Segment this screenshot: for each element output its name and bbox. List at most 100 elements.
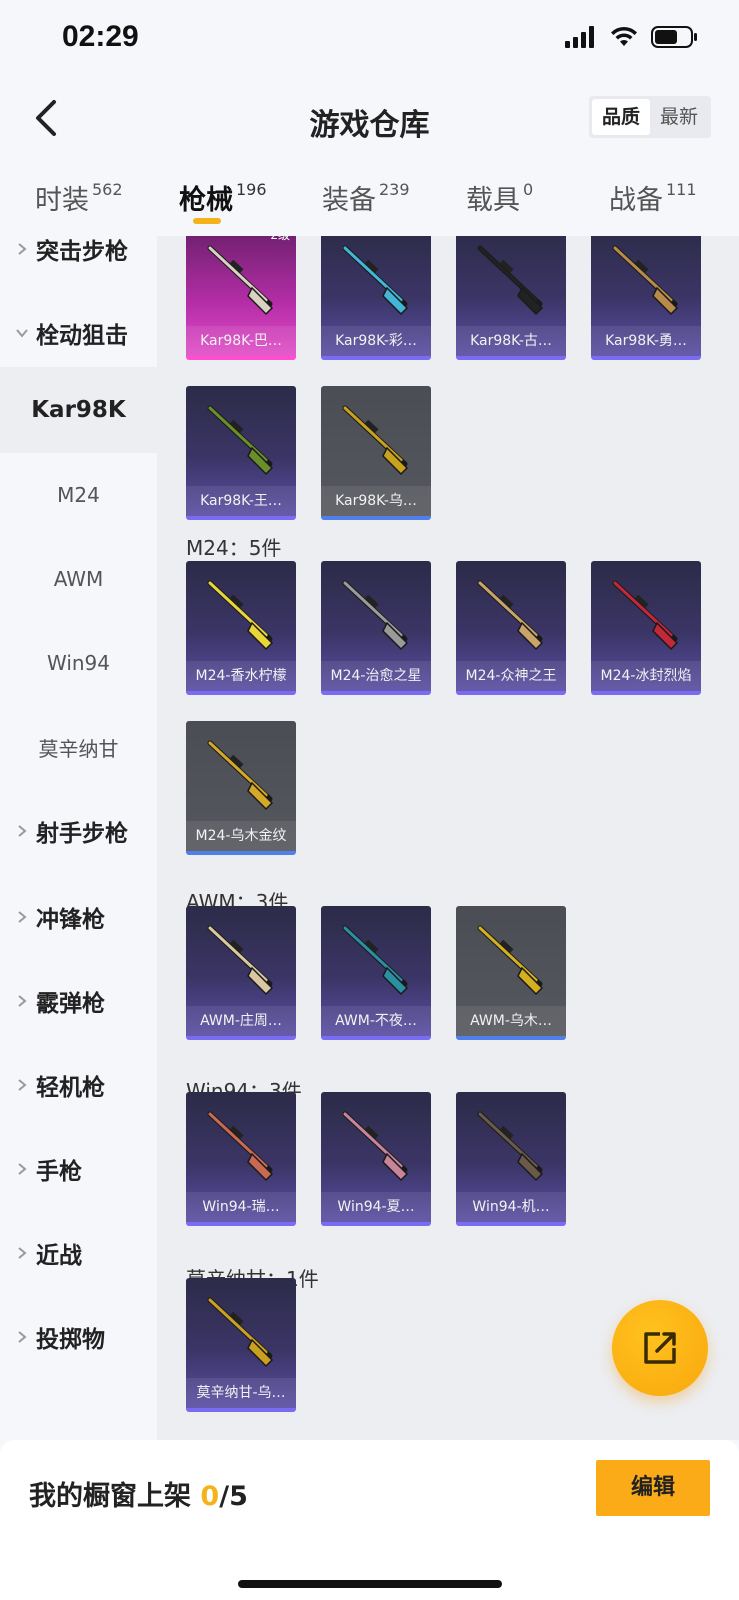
item-name: Kar98K-乌…: [321, 486, 431, 516]
item-name: Kar98K-古…: [456, 326, 566, 356]
sidebar-item-awm[interactable]: AWM: [0, 536, 157, 622]
item-card[interactable]: M24-乌木金纹: [186, 721, 296, 855]
item-name: M24-治愈之星: [321, 661, 431, 691]
tab-label: 装备: [322, 185, 376, 216]
tab-count: 111: [666, 180, 697, 199]
item-card[interactable]: Kar98K-王…: [186, 386, 296, 520]
rifle-icon: [207, 405, 274, 476]
item-name: Kar98K-王…: [186, 486, 296, 516]
category-tabs: 时装 562 枪械 196 装备 239 载具 0 战备 111: [0, 168, 739, 236]
chevron-right-icon: [18, 1247, 27, 1259]
item-card[interactable]: Win94-瑞…: [186, 1092, 296, 1226]
status-icons: [565, 26, 699, 48]
sort-by-newest[interactable]: 最新: [650, 99, 708, 135]
rifle-icon: [477, 925, 544, 996]
sort-toggle: 品质 最新: [589, 96, 711, 138]
tab-count: 239: [379, 180, 410, 199]
item-card[interactable]: Kar98K-彩…: [321, 236, 431, 360]
item-name: Win94-瑞…: [186, 1192, 296, 1222]
item-card[interactable]: Kar98K-勇…: [591, 236, 701, 360]
chevron-right-icon: [18, 243, 27, 255]
item-name: AWM-庄周…: [186, 1006, 296, 1036]
chevron-right-icon: [18, 995, 27, 1007]
chevron-right-icon: [18, 911, 27, 923]
shelf-current-count: 0: [200, 1481, 220, 1512]
battery-icon: [651, 26, 697, 48]
sidebar-item-shotgun[interactable]: 霰弹枪: [0, 958, 157, 1044]
item-card[interactable]: Win94-机…: [456, 1092, 566, 1226]
sidebar-item-assault-rifles[interactable]: 突击步枪: [0, 236, 157, 292]
sidebar-item-label: 栓动狙击: [36, 323, 128, 349]
tab-vehicles[interactable]: 载具 0: [466, 178, 533, 217]
tab-weapons[interactable]: 枪械 196: [179, 178, 267, 217]
sidebar-item-throwables[interactable]: 投掷物: [0, 1294, 157, 1380]
weapon-type-sidebar: 突击步枪 栓动狙击 Kar98K M24 AWM Win94 莫辛纳甘 射手步枪…: [0, 236, 157, 1440]
sidebar-item-label: 莫辛纳甘: [38, 736, 119, 761]
cellular-signal-icon: [565, 26, 594, 48]
item-card[interactable]: AWM-庄周…: [186, 906, 296, 1040]
item-card[interactable]: 2级 Kar98K-巴…: [186, 236, 296, 360]
item-card[interactable]: M24-香水柠檬: [186, 561, 296, 695]
rifle-icon: [207, 925, 274, 996]
item-card[interactable]: M24-众神之王: [456, 561, 566, 695]
tab-count: 0: [523, 180, 534, 199]
sidebar-item-dmr[interactable]: 射手步枪: [0, 788, 157, 874]
section-title-m24: M24：5件: [186, 536, 282, 560]
item-card[interactable]: AWM-乌木…: [456, 906, 566, 1040]
tab-equipment[interactable]: 装备 239: [322, 178, 410, 217]
chevron-right-icon: [18, 1331, 27, 1343]
sort-by-quality[interactable]: 品质: [592, 99, 650, 135]
sidebar-item-mosin[interactable]: 莫辛纳甘: [0, 704, 157, 790]
sidebar-item-kar98k[interactable]: Kar98K: [0, 367, 157, 453]
rifle-icon: [477, 1111, 544, 1182]
item-card[interactable]: Kar98K-乌…: [321, 386, 431, 520]
rifle-icon: [477, 580, 544, 651]
item-card[interactable]: M24-冰封烈焰: [591, 561, 701, 695]
sidebar-item-label: AWM: [53, 567, 104, 591]
tab-count: 562: [92, 180, 123, 199]
sidebar-item-win94[interactable]: Win94: [0, 620, 157, 706]
share-button[interactable]: [612, 1300, 708, 1396]
item-name: M24-乌木金纹: [186, 821, 296, 851]
sidebar-item-label: 霰弹枪: [36, 991, 105, 1017]
sidebar-item-label: 突击步枪: [36, 239, 128, 265]
tab-count: 196: [236, 180, 267, 199]
tab-label: 枪械: [179, 185, 233, 216]
tab-label: 载具: [466, 185, 520, 216]
item-card[interactable]: Win94-夏…: [321, 1092, 431, 1226]
active-tab-indicator: [193, 218, 221, 224]
wifi-icon: [611, 26, 637, 46]
header: 游戏仓库 品质 最新: [0, 80, 739, 160]
tab-fashion[interactable]: 时装 562: [35, 178, 123, 217]
tab-label: 时装: [35, 185, 89, 216]
item-card[interactable]: Kar98K-古…: [456, 236, 566, 360]
rifle-icon: [342, 580, 409, 651]
item-card[interactable]: AWM-不夜…: [321, 906, 431, 1040]
item-name: M24-香水柠檬: [186, 661, 296, 691]
rifle-icon: [207, 740, 274, 811]
sidebar-item-bolt-action[interactable]: 栓动狙击: [0, 290, 157, 376]
sidebar-item-label: 射手步枪: [36, 821, 128, 847]
sidebar-item-lmg[interactable]: 轻机枪: [0, 1042, 157, 1128]
rifle-icon: [342, 1111, 409, 1182]
status-bar: 02:29: [0, 0, 739, 80]
sidebar-item-pistol[interactable]: 手枪: [0, 1126, 157, 1212]
edit-button[interactable]: 编辑: [596, 1460, 710, 1516]
item-name: AWM-乌木…: [456, 1006, 566, 1036]
sidebar-item-label: 轻机枪: [36, 1075, 105, 1101]
tab-supplies[interactable]: 战备 111: [609, 178, 697, 217]
item-level-badge: 2级: [270, 236, 290, 243]
sidebar-item-m24[interactable]: M24: [0, 452, 157, 538]
item-name: 莫辛纳甘-乌…: [186, 1378, 296, 1408]
item-name: Win94-机…: [456, 1192, 566, 1222]
share-external-icon: [644, 1332, 676, 1364]
shelf-total: /5: [219, 1481, 248, 1512]
rifle-icon: [342, 405, 409, 476]
sidebar-item-smg[interactable]: 冲锋枪: [0, 874, 157, 960]
item-card[interactable]: M24-治愈之星: [321, 561, 431, 695]
chevron-right-icon: [18, 1079, 27, 1091]
item-name: AWM-不夜…: [321, 1006, 431, 1036]
sidebar-item-melee[interactable]: 近战: [0, 1210, 157, 1296]
rifle-icon: [612, 245, 679, 316]
item-card[interactable]: 莫辛纳甘-乌…: [186, 1278, 296, 1412]
